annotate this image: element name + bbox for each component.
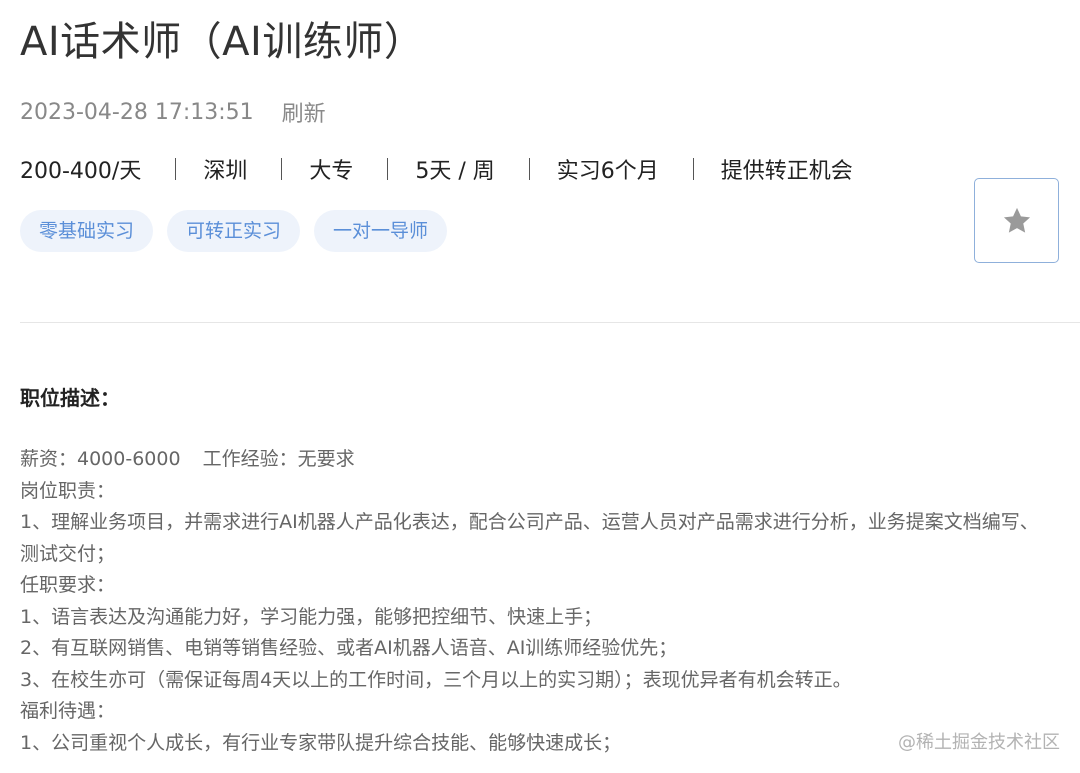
info-separator — [387, 158, 389, 180]
tag-zero-experience: 零基础实习 — [20, 210, 154, 252]
favorite-button[interactable] — [974, 178, 1059, 263]
requirement-item: 2、有互联网销售、电销等销售经验、或者AI机器人语音、AI训练师经验优先； — [20, 637, 678, 659]
duration-info: 实习6个月 — [556, 159, 659, 184]
section-divider — [20, 322, 1080, 323]
salary-info: 200-400/天 — [20, 159, 142, 184]
benefit-item: 1、公司重视个人成长，有行业专家带队提升综合技能、能够快速成长； — [20, 731, 622, 754]
info-separator — [528, 158, 530, 180]
conversion-info: 提供转正机会 — [720, 159, 853, 184]
city-info: 深圳 — [203, 159, 248, 184]
job-info-row: 200-400/天 深圳 大专 5天 / 周 实习6个月 提供转正机会 — [20, 152, 853, 186]
updated-time: 2023-04-28 17:13:51 — [20, 99, 254, 125]
refresh-link[interactable]: 刷新 — [282, 96, 326, 128]
job-title: AI话术师（AI训练师） — [20, 19, 425, 65]
info-separator — [692, 158, 694, 180]
requirements-title: 任职要求： — [20, 574, 116, 596]
info-separator — [175, 158, 177, 180]
star-icon — [1003, 207, 1030, 233]
job-tags: 零基础实习 可转正实习 一对一导师 — [20, 210, 448, 252]
duty-item: 1、理解业务项目，并需求进行AI机器人产品化表达，配合公司产品、运营人员对产品需… — [20, 511, 1039, 565]
info-separator — [281, 158, 283, 180]
job-description-body: 薪资：4000-6000 工作经验：无要求 岗位职责： 1、理解业务项目，并需求进… — [20, 444, 1050, 759]
tag-mentor: 一对一导师 — [314, 210, 448, 252]
meta-row: 2023-04-28 17:13:51 刷新 — [20, 96, 326, 128]
benefits-title: 福利待遇： — [20, 700, 116, 722]
job-description-title: 职位描述： — [20, 386, 120, 410]
requirement-item: 3、在校生亦可（需保证每周4天以上的工作时间，三个月以上的实习期）；表现优异者有… — [20, 668, 852, 691]
experience-line: 工作经验：无要求 — [202, 448, 355, 470]
watermark: @稀土掘金技术社区 — [898, 732, 1060, 753]
tag-convertible: 可转正实习 — [167, 210, 301, 252]
duties-title: 岗位职责： — [20, 479, 116, 502]
days-per-week-info: 5天 / 周 — [415, 159, 495, 184]
requirement-item: 1、语言表达及沟通能力好，学习能力强，能够把控细节、快速上手； — [20, 605, 603, 628]
education-info: 大专 — [309, 159, 354, 184]
salary-line: 薪资：4000-6000 — [20, 448, 181, 470]
salary-experience-line: 薪资：4000-6000 工作经验：无要求 — [20, 444, 1050, 476]
